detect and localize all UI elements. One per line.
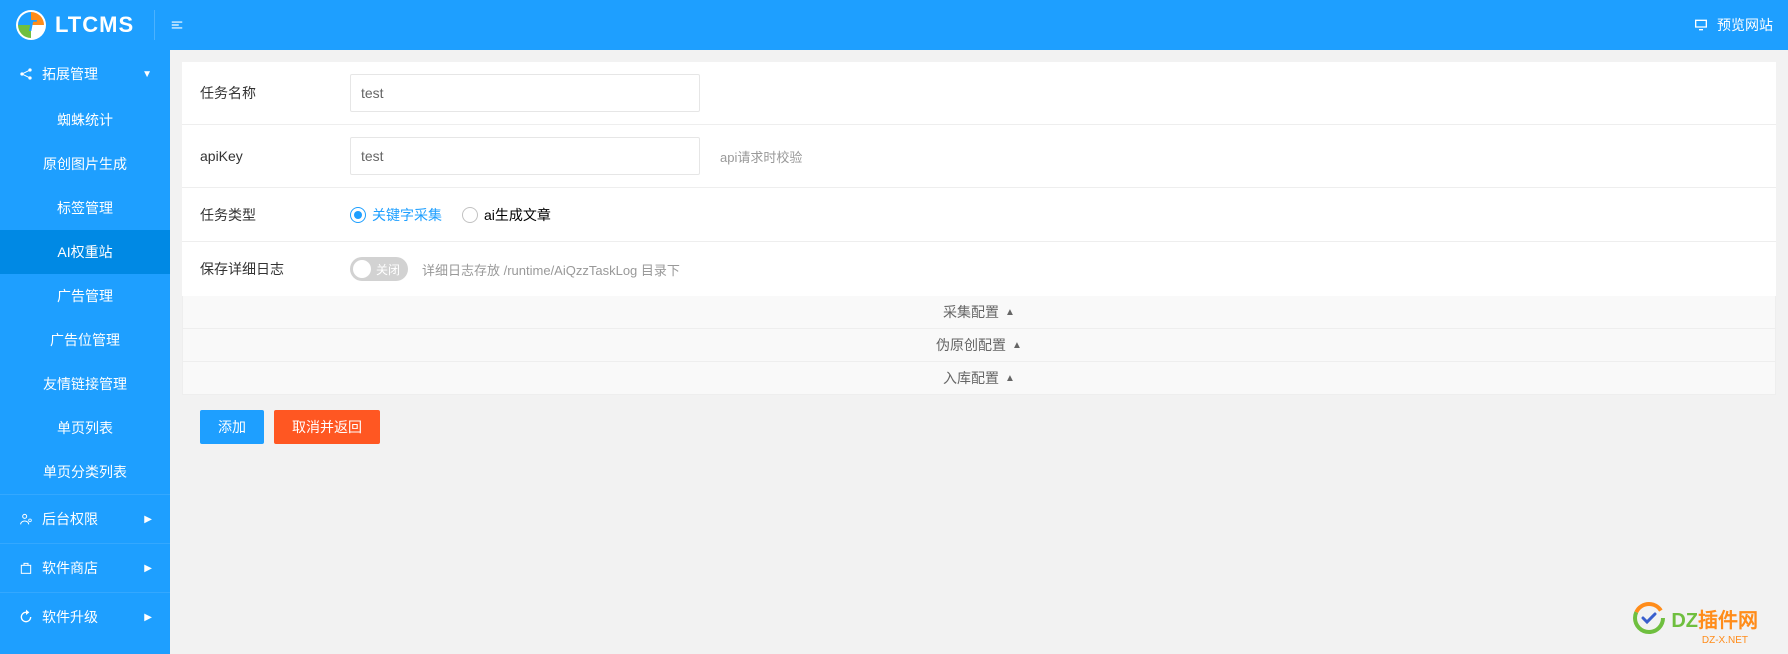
section-label: 入库配置 (943, 368, 999, 388)
form-card: 任务名称 apiKey api请求时校验 任务类型 关键字采集 (182, 62, 1776, 296)
sidebar-group-store[interactable]: 软件商店 ▶ (0, 543, 170, 592)
sidebar-group-label: 软件商店 (42, 558, 98, 578)
main-content: 任务名称 apiKey api请求时校验 任务类型 关键字采集 (170, 50, 1788, 654)
sidebar-group-label: 软件升级 (42, 607, 98, 627)
switch-text: 关闭 (376, 261, 400, 278)
form-actions: 添加 取消并返回 (182, 395, 1776, 459)
chevron-up-icon: ▲ (1005, 307, 1015, 318)
sidebar: 拓展管理 ▼ 蜘蛛统计 原创图片生成 标签管理 AI权重站 广告管理 广告位管理… (0, 50, 170, 654)
sidebar-item-ad[interactable]: 广告管理 (0, 274, 170, 318)
label-task-type: 任务类型 (200, 205, 350, 225)
chevron-right-icon: ▶ (144, 563, 152, 574)
refresh-icon (18, 609, 34, 625)
sidebar-group-permission[interactable]: 后台权限 ▶ (0, 494, 170, 543)
section-collect-config[interactable]: 采集配置 ▲ (182, 296, 1776, 329)
sidebar-group-label: 后台权限 (42, 509, 98, 529)
container: 拓展管理 ▼ 蜘蛛统计 原创图片生成 标签管理 AI权重站 广告管理 广告位管理… (0, 50, 1788, 654)
input-task-name[interactable] (350, 74, 700, 112)
section-label: 伪原创配置 (936, 335, 1006, 355)
watermark-text: DZ插件网 (1671, 604, 1758, 633)
form-row-task-type: 任务类型 关键字采集 ai生成文章 (182, 188, 1776, 242)
logo-icon: T (15, 9, 47, 41)
user-key-icon (18, 511, 34, 527)
watermark: DZ插件网 (1633, 602, 1758, 634)
menu-toggle-button[interactable] (154, 10, 184, 40)
cancel-button[interactable]: 取消并返回 (274, 410, 380, 444)
radio-ai-generate[interactable]: ai生成文章 (462, 205, 551, 225)
chevron-up-icon: ▲ (1005, 373, 1015, 384)
chevron-down-icon: ▼ (142, 69, 152, 80)
radio-label: 关键字采集 (372, 205, 442, 225)
sidebar-group-extension[interactable]: 拓展管理 ▼ (0, 50, 170, 98)
hamburger-icon (170, 17, 184, 33)
sidebar-group-upgrade[interactable]: 软件升级 ▶ (0, 592, 170, 641)
package-icon (18, 560, 34, 576)
sidebar-item-page-cat[interactable]: 单页分类列表 (0, 450, 170, 494)
chevron-up-icon: ▲ (1012, 340, 1022, 351)
radio-label: ai生成文章 (484, 205, 551, 225)
hint-api-key: api请求时校验 (720, 147, 802, 166)
section-storage-config[interactable]: 入库配置 ▲ (182, 362, 1776, 395)
input-api-key[interactable] (350, 137, 700, 175)
sidebar-item-links[interactable]: 友情链接管理 (0, 362, 170, 406)
watermark-icon (1633, 602, 1665, 634)
preview-label: 预览网站 (1717, 15, 1773, 35)
sidebar-item-spider[interactable]: 蜘蛛统计 (0, 98, 170, 142)
header-left: T LTCMS (15, 9, 184, 41)
chevron-right-icon: ▶ (144, 612, 152, 623)
section-pseudo-original[interactable]: 伪原创配置 ▲ (182, 329, 1776, 362)
radio-icon (462, 207, 478, 223)
share-icon (18, 66, 34, 82)
watermark-sub: DZ-X.NET (1702, 635, 1748, 646)
submit-button[interactable]: 添加 (200, 410, 264, 444)
sidebar-item-image-gen[interactable]: 原创图片生成 (0, 142, 170, 186)
sidebar-item-tag[interactable]: 标签管理 (0, 186, 170, 230)
sidebar-group-label: 拓展管理 (42, 64, 98, 84)
monitor-icon (1693, 17, 1709, 33)
radio-keyword-collect[interactable]: 关键字采集 (350, 205, 442, 225)
form-row-save-log: 保存详细日志 关闭 详细日志存放 /runtime/AiQzzTaskLog 目… (182, 242, 1776, 296)
form-row-api-key: apiKey api请求时校验 (182, 125, 1776, 188)
form-row-task-name: 任务名称 (182, 62, 1776, 125)
logo-text: LTCMS (55, 12, 134, 38)
preview-site-button[interactable]: 预览网站 (1693, 15, 1773, 35)
label-save-log: 保存详细日志 (200, 259, 350, 279)
header: T LTCMS 预览网站 (0, 0, 1788, 50)
sidebar-item-ad-slot[interactable]: 广告位管理 (0, 318, 170, 362)
sidebar-item-page[interactable]: 单页列表 (0, 406, 170, 450)
hint-save-log: 详细日志存放 /runtime/AiQzzTaskLog 目录下 (422, 260, 680, 279)
switch-save-log[interactable]: 关闭 (350, 257, 408, 281)
radio-icon (350, 207, 366, 223)
label-api-key: apiKey (200, 148, 350, 164)
logo[interactable]: T LTCMS (15, 9, 134, 41)
svg-text:T: T (26, 18, 37, 35)
chevron-right-icon: ▶ (144, 514, 152, 525)
sidebar-item-ai-weight[interactable]: AI权重站 (0, 230, 170, 274)
label-task-name: 任务名称 (200, 83, 350, 103)
section-label: 采集配置 (943, 302, 999, 322)
